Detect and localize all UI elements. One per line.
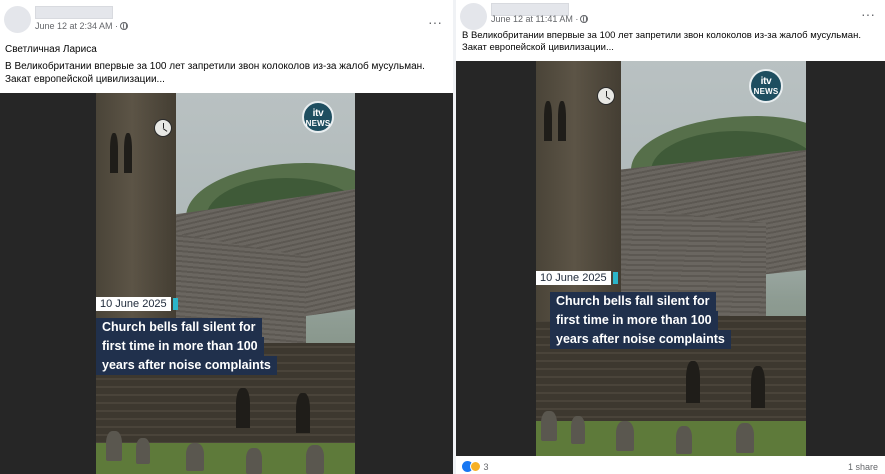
share-count[interactable]: 1 share [848,462,878,472]
facebook-post-right: June 12 at 11:41 AM · ··· В Великобритан… [456,0,885,474]
date-tag-accent [612,272,618,284]
gravestone [571,416,585,444]
video-media[interactable]: itv NEWS 10 June 2025 Church bells fall … [0,93,453,474]
video-media[interactable]: itv NEWS 10 June 2025 Church bells fall … [456,61,885,456]
date-tag-text: 10 June 2025 [540,272,607,284]
tower-window [544,101,552,141]
post-text-line-1: В Великобритании впервые за 100 лет запр… [462,30,861,41]
video-headline: Church bells fall silent for first time … [96,318,277,375]
gravestone [676,426,692,454]
date-tag-accent [172,298,178,310]
video-headline: Church bells fall silent for first time … [550,292,731,349]
gravestone [306,445,324,474]
wow-reaction-icon [470,461,481,472]
more-options-icon[interactable]: ··· [428,15,442,29]
reaction-count: 3 [483,462,489,472]
post-text-line-1: В Великобритании впервые за 100 лет запр… [5,61,425,72]
facebook-post-left: June 12 at 2:34 AM · ··· Светличная Лари… [0,0,453,474]
headline-line: Church bells fall silent for [96,318,262,337]
nave-window [296,393,310,433]
nave-window [686,361,700,403]
video-frame[interactable]: itv NEWS 10 June 2025 Church bells fall … [536,61,806,456]
reactions-summary[interactable]: 3 [462,461,489,472]
more-options-icon[interactable]: ··· [861,7,875,21]
post-text-line-2: Закат европейской цивилизации... [462,42,614,53]
headline-line: first time in more than 100 [96,337,264,356]
tower-window [124,133,132,173]
gravestone [246,448,262,474]
post-timestamp[interactable]: June 12 at 2:34 AM · [35,21,129,31]
nave-window [236,388,250,428]
headline-line: Church bells fall silent for [550,292,716,311]
tower-window [110,133,118,173]
nave-window [751,366,765,408]
logo-line-1: itv [760,76,772,87]
timestamp-text: June 12 at 2:34 AM · [35,21,119,31]
itv-news-logo: itv NEWS [749,69,783,103]
gravestone [106,431,122,461]
logo-line-1: itv [312,108,324,119]
video-date-tag: 10 June 2025 [96,297,178,311]
itv-news-logo: itv NEWS [302,101,334,133]
headline-line: years after noise complaints [550,330,731,349]
gravestone [736,423,754,453]
gravestone [541,411,557,441]
gravestone [136,438,150,464]
video-frame[interactable]: itv NEWS 10 June 2025 Church bells fall … [96,93,355,474]
headline-line: years after noise complaints [96,356,277,375]
author-name-redacted[interactable] [35,6,113,19]
gravestone [186,443,204,471]
globe-icon [580,15,589,23]
video-date-tag: 10 June 2025 [536,271,618,285]
post-author-line: Светличная Лариса [5,44,97,55]
globe-icon [120,22,129,30]
gravestone [616,421,634,451]
clock-face [154,119,172,137]
date-tag-text: 10 June 2025 [100,298,167,310]
timestamp-text: June 12 at 11:41 AM · [491,14,579,24]
logo-line-2: NEWS [305,119,331,128]
clock-face [597,87,615,105]
logo-line-2: NEWS [753,87,779,96]
author-avatar[interactable] [4,6,31,33]
author-avatar[interactable] [460,3,487,30]
tower-window [558,101,566,141]
post-timestamp[interactable]: June 12 at 11:41 AM · [491,14,589,24]
post-text-line-2: Закат европейской цивилизации... [5,74,165,85]
headline-line: first time in more than 100 [550,311,718,330]
